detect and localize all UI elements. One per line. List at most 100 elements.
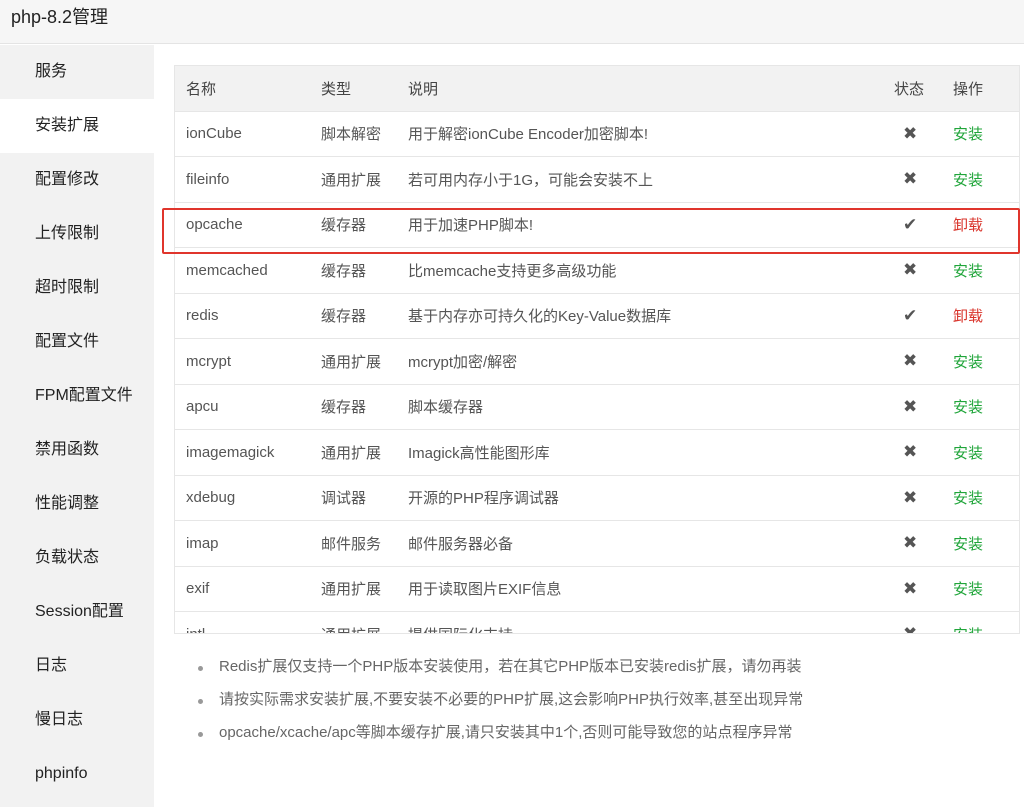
note-text: opcache/xcache/apc等脚本缓存扩展,请只安装其中1个,否则可能导… <box>219 724 793 741</box>
sidebar-item-slow-log[interactable]: 慢日志 <box>0 693 154 747</box>
install-link[interactable]: 安装 <box>953 490 983 507</box>
extension-description: mcrypt加密/解密 <box>397 338 887 385</box>
sidebar-item-install-extensions[interactable]: 安装扩展 <box>0 99 154 153</box>
status-cell: ✖ <box>887 611 942 634</box>
extension-description: 基于内存亦可持久化的Key-Value数据库 <box>397 293 887 339</box>
sidebar-item-config-edit[interactable]: 配置修改 <box>0 153 154 207</box>
extension-name: opcache <box>175 202 310 248</box>
bullet-dot <box>198 699 203 704</box>
extension-description: 邮件服务器必备 <box>397 520 887 567</box>
install-link[interactable]: 安装 <box>953 172 983 189</box>
install-link[interactable]: 安装 <box>953 399 983 416</box>
install-link[interactable]: 安装 <box>953 354 983 371</box>
extension-type: 通用扩展 <box>310 429 397 476</box>
table-row: apcu 缓存器 脚本缓存器 ✖ 安装 <box>175 384 1019 430</box>
header-description: 说明 <box>397 66 887 112</box>
operation-cell: 安装 <box>942 111 1019 157</box>
sidebar-item-config-file[interactable]: 配置文件 <box>0 315 154 369</box>
table-row: imap 邮件服务 邮件服务器必备 ✖ 安装 <box>175 520 1019 567</box>
main-content: 名称 类型 说明 状态 操作 ionCube 脚本解密 用于解密ionCube En… <box>154 45 1024 807</box>
cross-icon: ✖ <box>903 351 918 371</box>
install-link[interactable]: 安装 <box>953 627 983 633</box>
cross-icon: ✖ <box>903 169 918 189</box>
extension-type: 缓存器 <box>310 384 397 430</box>
extension-name: ionCube <box>175 111 310 157</box>
extension-description: 用于解密ionCube Encoder加密脚本! <box>397 111 887 157</box>
cross-icon: ✖ <box>903 487 918 507</box>
header-status: 状态 <box>887 66 942 112</box>
extension-description: 比memcache支持更多高级功能 <box>397 247 887 294</box>
sidebar-item-disabled-functions[interactable]: 禁用函数 <box>0 423 154 477</box>
extension-name: memcached <box>175 247 310 294</box>
sidebar-item-load-status[interactable]: 负载状态 <box>0 531 154 585</box>
status-cell: ✖ <box>887 384 942 430</box>
extension-description: 脚本缓存器 <box>397 384 887 430</box>
bullet-dot <box>198 666 203 671</box>
operation-cell: 安装 <box>942 520 1019 567</box>
status-cell: ✖ <box>887 566 942 612</box>
table-row: intl通用扩展提供国际化支持 ✖ 安装 <box>175 611 1019 634</box>
sidebar-item-service[interactable]: 服务 <box>0 45 154 99</box>
table-row: mcrypt 通用扩展 mcrypt加密/解密 ✖ 安装 <box>175 338 1019 385</box>
note-text: Redis扩展仅支持一个PHP版本安装使用，若在其它PHP版本已安装redis扩… <box>219 658 802 675</box>
table-row: opcache 缓存器 用于加速PHP脚本! ✔ 卸载 <box>175 202 1019 248</box>
extension-description: 若可用内存小于1G，可能会安装不上 <box>397 156 887 203</box>
cross-icon: ✖ <box>903 123 918 143</box>
extensions-table: 名称 类型 说明 状态 操作 ionCube 脚本解密 用于解密ionCube En… <box>175 66 1019 634</box>
status-cell: ✖ <box>887 156 942 203</box>
sidebar-item-fpm-config[interactable]: FPM配置文件 <box>0 369 154 423</box>
sidebar-item-upload-limit[interactable]: 上传限制 <box>0 207 154 261</box>
operation-cell: 安装 <box>942 338 1019 385</box>
status-cell: ✖ <box>887 111 942 157</box>
install-link[interactable]: 安装 <box>953 536 983 553</box>
uninstall-link[interactable]: 卸载 <box>953 217 983 234</box>
window-titlebar: php-8.2管理 <box>0 0 1024 44</box>
install-link[interactable]: 安装 <box>953 126 983 143</box>
extension-name: imagemagick <box>175 429 310 476</box>
sidebar-item-log[interactable]: 日志 <box>0 639 154 693</box>
extension-name: mcrypt <box>175 338 310 385</box>
extension-description: Imagick高性能图形库 <box>397 429 887 476</box>
sidebar-item-session[interactable]: Session配置 <box>0 585 154 639</box>
status-cell: ✔ <box>887 293 942 339</box>
uninstall-link[interactable]: 卸载 <box>953 308 983 325</box>
operation-cell: 安装 <box>942 247 1019 294</box>
window-title: php-8.2管理 <box>11 7 109 27</box>
table-row: exif 通用扩展 用于读取图片EXIF信息 ✖ 安装 <box>175 566 1019 612</box>
table-row: memcached 缓存器 比memcache支持更多高级功能 ✖ 安装 <box>175 247 1019 294</box>
extension-description: 用于读取图片EXIF信息 <box>397 566 887 612</box>
sidebar-item-timeout-limit[interactable]: 超时限制 <box>0 261 154 315</box>
extension-type: 缓存器 <box>310 202 397 248</box>
extension-type: 通用扩展 <box>310 338 397 385</box>
extension-name: intl <box>175 611 310 633</box>
install-link[interactable]: 安装 <box>953 581 983 598</box>
install-link[interactable]: 安装 <box>953 263 983 280</box>
extension-name: apcu <box>175 384 310 430</box>
cross-icon: ✖ <box>903 624 918 634</box>
extensions-table-container[interactable]: 名称 类型 说明 状态 操作 ionCube 脚本解密 用于解密ionCube En… <box>174 65 1020 634</box>
extension-type: 邮件服务 <box>310 520 397 567</box>
extension-name: imap <box>175 520 310 567</box>
table-header-row: 名称 类型 说明 状态 操作 <box>175 66 1019 112</box>
install-link[interactable]: 安装 <box>953 445 983 462</box>
sidebar-item-performance[interactable]: 性能调整 <box>0 477 154 531</box>
note-item: 请按实际需求安装扩展,不要安装不必要的PHP扩展,这会影响PHP执行效率,甚至出… <box>196 690 996 710</box>
extension-name: exif <box>175 566 310 612</box>
extension-type: 脚本解密 <box>310 111 397 157</box>
cross-icon: ✖ <box>903 442 918 462</box>
cross-icon: ✖ <box>903 396 918 416</box>
table-row: fileinfo 通用扩展 若可用内存小于1G，可能会安装不上 ✖ 安装 <box>175 156 1019 203</box>
sidebar-item-phpinfo[interactable]: phpinfo <box>0 747 154 801</box>
operation-cell: 安装 <box>942 611 1019 633</box>
bullet-dot <box>198 732 203 737</box>
extension-name: fileinfo <box>175 156 310 203</box>
status-cell: ✖ <box>887 429 942 476</box>
note-item: opcache/xcache/apc等脚本缓存扩展,请只安装其中1个,否则可能导… <box>196 723 996 743</box>
header-operation: 操作 <box>942 66 1019 112</box>
extension-description: 提供国际化支持 <box>397 611 887 633</box>
operation-cell: 安装 <box>942 156 1019 203</box>
cross-icon: ✖ <box>903 578 918 598</box>
operation-cell: 安装 <box>942 384 1019 430</box>
operation-cell: 安装 <box>942 475 1019 521</box>
extension-type: 缓存器 <box>310 247 397 294</box>
